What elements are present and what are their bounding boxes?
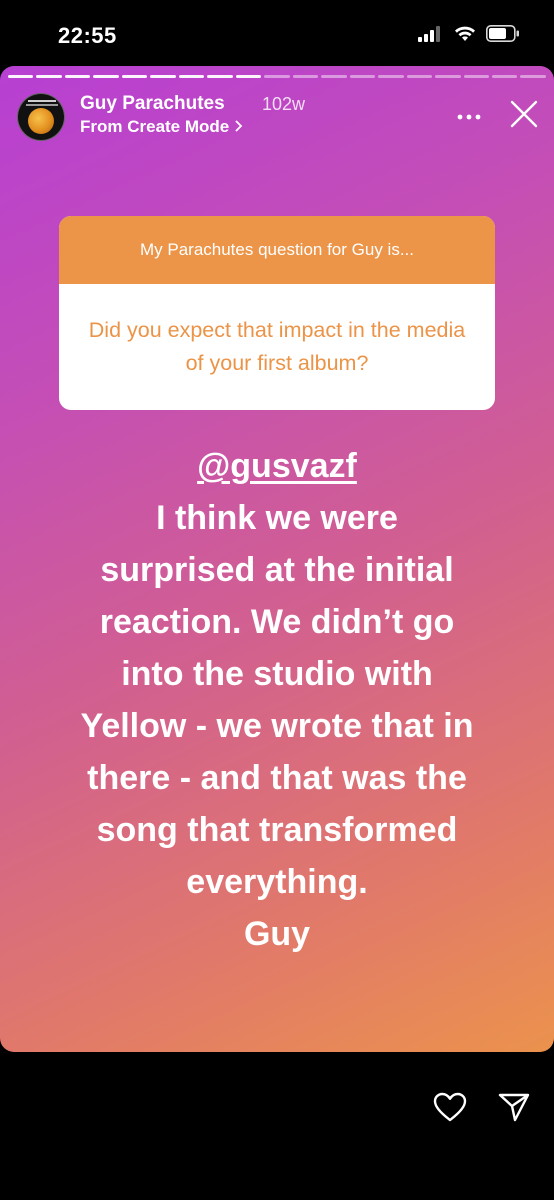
story-progress-segment [491, 75, 518, 78]
story-progress-segment [292, 75, 319, 78]
mention-link[interactable]: @gusvazf [197, 447, 357, 485]
answer-signature: Guy [243, 915, 311, 953]
story-progress-segment [178, 75, 205, 78]
story-progress-segment [8, 75, 34, 78]
story-progress-bar [8, 75, 546, 78]
status-icons [418, 25, 520, 47]
close-icon [510, 100, 538, 133]
story-progress-segment [121, 75, 148, 78]
story-progress-segment [463, 75, 489, 78]
answer-text: @gusvazf I think we were surprised at th… [0, 440, 554, 960]
story-progress-segment [378, 75, 404, 78]
answer-line: Yellow - we wrote that in [80, 707, 474, 745]
story-footer [0, 1052, 554, 1200]
answer-line: I think we were [156, 499, 398, 537]
question-sticker-text: Did you expect that impact in the media … [88, 318, 466, 375]
answer-line: into the studio with [121, 655, 433, 693]
more-horizontal-icon [457, 107, 481, 125]
create-mode-link[interactable]: From Create Mode [80, 117, 243, 137]
answer-line: song that transformed [96, 811, 458, 849]
story-progress-segment [235, 75, 262, 78]
question-sticker-header: My Parachutes question for Guy is... [59, 216, 495, 284]
story-view[interactable]: Guy Parachutes 102w From Create Mode My … [0, 66, 554, 1052]
story-progress-segment [321, 75, 347, 78]
answer-line: there - and that was the [87, 759, 467, 797]
story-progress-segment [520, 75, 546, 78]
answer-line: everything. [186, 863, 368, 901]
more-button[interactable] [452, 102, 486, 130]
story-progress-segment [435, 75, 461, 78]
story-progress-segment [207, 75, 233, 78]
avatar-text-line [26, 104, 58, 106]
battery-icon [486, 25, 520, 47]
username[interactable]: Guy Parachutes [80, 93, 225, 115]
answer-line: surprised at the initial [100, 551, 454, 589]
avatar-text-line [28, 100, 56, 102]
story-progress-segment [406, 75, 433, 78]
story-progress-segment [64, 75, 91, 78]
share-button[interactable] [494, 1089, 534, 1129]
post-time: 102w [262, 94, 306, 114]
status-time: 22:55 [58, 23, 117, 48]
close-button[interactable] [506, 98, 542, 134]
heart-icon [433, 1092, 467, 1127]
story-progress-segment [349, 75, 376, 78]
question-sticker: My Parachutes question for Guy is... Did… [59, 216, 495, 410]
send-icon [498, 1091, 530, 1128]
chevron-right-icon [235, 117, 243, 137]
story-progress-segment [36, 75, 62, 78]
avatar-planet-image [28, 108, 54, 134]
story-progress-segment [93, 75, 119, 78]
wifi-icon [454, 26, 476, 47]
avatar[interactable] [17, 93, 65, 141]
status-bar: 22:55 [0, 0, 554, 66]
create-mode-label: From Create Mode [80, 117, 230, 136]
answer-line: reaction. We didn’t go [99, 603, 455, 641]
story-progress-segment [150, 75, 176, 78]
like-button[interactable] [430, 1089, 470, 1129]
signal-icon [418, 25, 444, 47]
story-progress-segment [264, 75, 290, 78]
